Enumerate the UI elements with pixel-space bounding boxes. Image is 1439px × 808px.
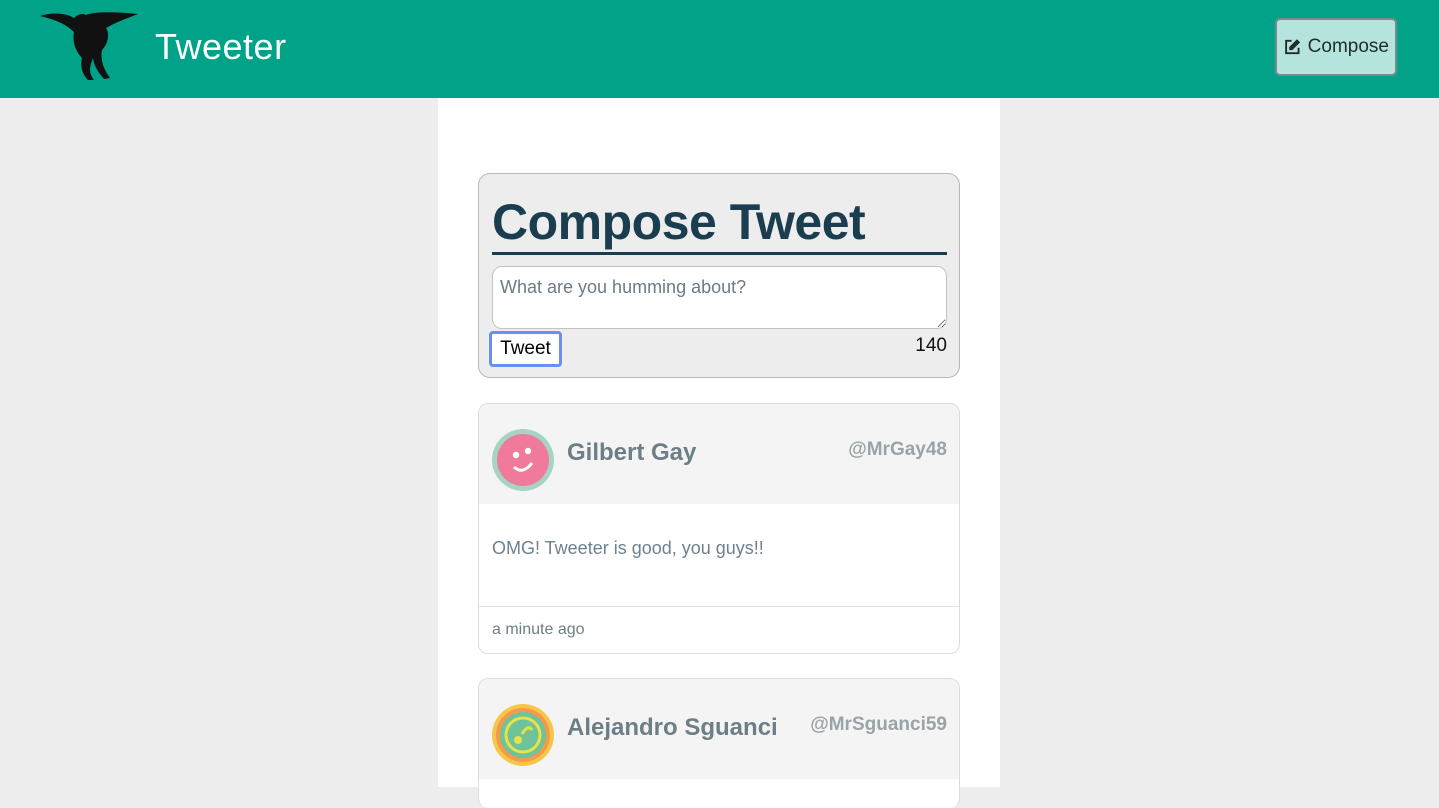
avatar: [492, 704, 554, 766]
main-container: Compose Tweet Tweet 140 Gilbert Gay @MrG…: [438, 98, 1000, 808]
character-counter: 140: [915, 335, 947, 356]
avatar: [492, 429, 554, 491]
tweet-author-handle: @MrGay48: [848, 439, 947, 460]
tweet-text-input[interactable]: [492, 266, 947, 329]
tweet-card: Gilbert Gay @MrGay48 OMG! Tweeter is goo…: [478, 403, 960, 654]
compose-toggle-button[interactable]: Compose: [1275, 18, 1397, 76]
brand-title[interactable]: Tweeter: [155, 26, 287, 68]
tweet-card: Alejandro Sguanci @MrSguanci59: [478, 678, 960, 808]
tweet-author-handle: @MrSguanci59: [810, 714, 947, 735]
tweet-footer: a minute ago: [479, 607, 959, 653]
tweet-header: Alejandro Sguanci @MrSguanci59: [479, 679, 959, 779]
edit-icon: [1285, 39, 1301, 55]
hummingbird-logo-icon: [40, 12, 138, 80]
tweet-author-name: Gilbert Gay: [567, 439, 697, 466]
top-navbar: Tweeter Compose: [0, 0, 1439, 98]
tweet-text: OMG! Tweeter is good, you guys!!: [492, 538, 764, 558]
tweet-author-name: Alejandro Sguanci: [567, 714, 778, 741]
compose-button-label: Compose: [1307, 36, 1389, 57]
tweet-submit-button[interactable]: Tweet: [489, 331, 562, 367]
tweet-timestamp: a minute ago: [492, 621, 585, 638]
tweet-header: Gilbert Gay @MrGay48: [479, 404, 959, 504]
compose-title: Compose Tweet: [492, 194, 947, 255]
compose-tweet-section: Compose Tweet Tweet 140: [478, 173, 960, 378]
tweet-body: OMG! Tweeter is good, you guys!!: [479, 504, 959, 607]
